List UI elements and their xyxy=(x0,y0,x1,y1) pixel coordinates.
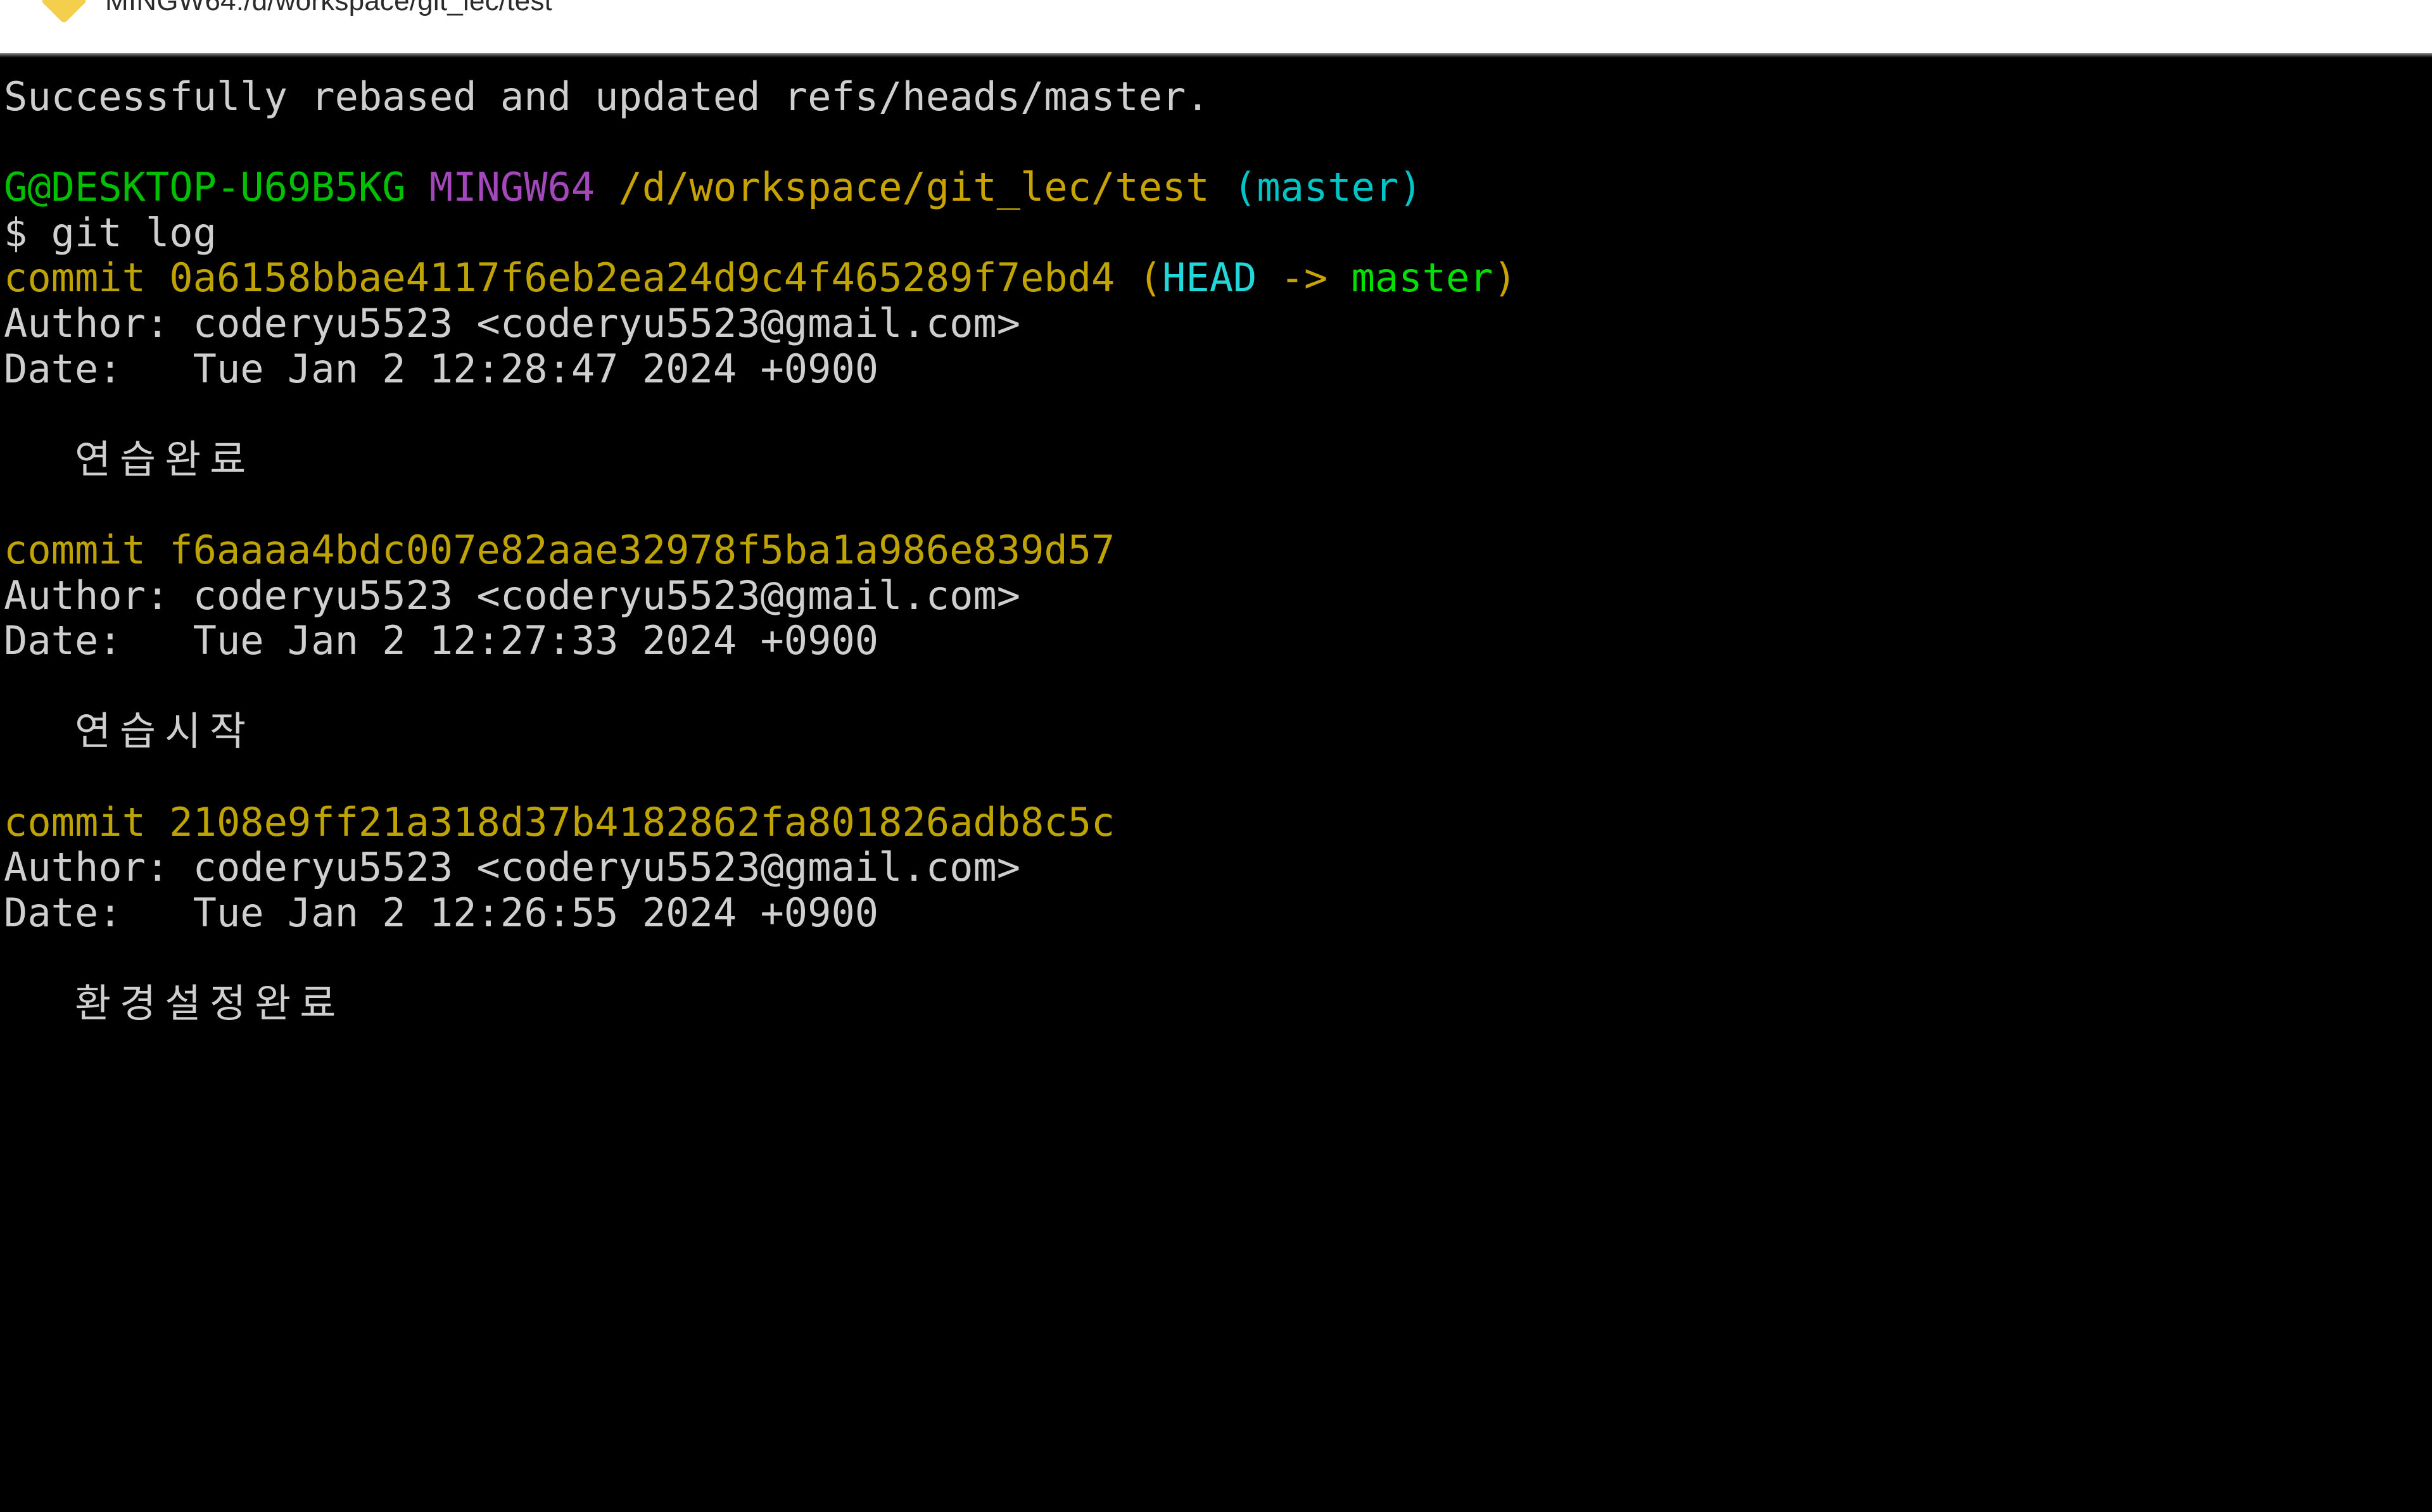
terminal-output[interactable]: Successfully rebased and updated refs/he… xyxy=(0,58,2432,1512)
author-line: Author: coderyu5523 <coderyu5523@gmail.c… xyxy=(4,572,2432,619)
ref-space xyxy=(1257,255,1280,301)
prompt-user-host: G@DESKTOP-U69B5KG xyxy=(4,164,406,211)
date-label: Date: xyxy=(4,617,122,664)
author-space xyxy=(169,300,193,346)
prompt-space-3 xyxy=(1210,164,1233,210)
commit-hash: f6aaaa4bdc007e82aae32978f5ba1a986e839d57 xyxy=(169,526,1115,573)
rebase-result-text: Successfully rebased and updated refs/he… xyxy=(4,73,1210,120)
ref-arrow-icon: -> xyxy=(1280,255,1328,301)
prompt-symbol: $ xyxy=(4,209,28,256)
date-line: Date: Tue Jan 2 12:27:33 2024 +0900 xyxy=(4,618,2432,664)
prompt-space-2 xyxy=(595,164,618,210)
command-text: git log xyxy=(51,209,217,256)
date-value: Tue Jan 2 12:27:33 2024 +0900 xyxy=(193,617,879,664)
commit-message-line: 연습완료 xyxy=(4,436,2432,482)
commit-message: 연습완료 xyxy=(75,436,255,482)
git-bash-icon xyxy=(36,0,92,26)
date-space xyxy=(122,890,193,936)
commit-label: commit xyxy=(4,526,146,573)
commit-message-line: 연습시작 xyxy=(4,709,2432,754)
commit-message: 연습시작 xyxy=(75,708,255,755)
date-label: Date: xyxy=(4,889,122,936)
commit-space xyxy=(146,255,169,301)
ref-space-2 xyxy=(1327,255,1351,301)
prompt-path: /d/workspace/git_lec/test xyxy=(618,164,1210,211)
author-line: Author: coderyu5523 <coderyu5523@gmail.c… xyxy=(4,301,2432,346)
prompt-shell: MINGW64 xyxy=(429,164,595,211)
rebase-result-line: Successfully rebased and updated refs/he… xyxy=(4,74,2432,120)
author-label: Author: xyxy=(4,299,170,346)
date-label: Date: xyxy=(4,345,122,392)
date-space xyxy=(122,617,193,664)
ref-branch: master xyxy=(1351,255,1493,301)
author-value: coderyu5523 <coderyu5523@gmail.com> xyxy=(193,572,1021,619)
titlebar-content: MINGW64:/d/workspace/git_lec/test xyxy=(0,0,552,28)
ref-head: HEAD xyxy=(1162,255,1257,301)
commit-header-line: commit f6aaaa4bdc007e82aae32978f5ba1a986… xyxy=(4,527,2432,573)
commit-hash: 0a6158bbae4117f6eb2ea24d9c4f465289f7ebd4 xyxy=(169,255,1115,301)
commit-message: 환경설정완료 xyxy=(75,980,345,1026)
commit-hash: 2108e9ff21a318d37b4182862fa801826adb8c5c xyxy=(169,798,1115,845)
commit-message-line: 환경설정완료 xyxy=(4,981,2432,1026)
author-space xyxy=(169,844,193,890)
commit-space xyxy=(146,799,169,845)
date-space xyxy=(122,346,193,392)
window-title: MINGW64:/d/workspace/git_lec/test xyxy=(105,0,552,16)
commit-space-2 xyxy=(1115,255,1138,301)
author-label: Author: xyxy=(4,844,170,891)
refs-open-paren: ( xyxy=(1138,255,1163,301)
author-value: coderyu5523 <coderyu5523@gmail.com> xyxy=(193,844,1021,891)
date-value: Tue Jan 2 12:26:55 2024 +0900 xyxy=(193,889,879,936)
commit-label: commit xyxy=(4,798,146,845)
author-space xyxy=(169,572,193,619)
prompt-branch: (master) xyxy=(1233,164,1422,211)
author-label: Author: xyxy=(4,572,170,619)
commit-header-line: commit 0a6158bbae4117f6eb2ea24d9c4f46528… xyxy=(4,255,2432,301)
author-line: Author: coderyu5523 <coderyu5523@gmail.c… xyxy=(4,845,2432,890)
prompt-line: G@DESKTOP-U69B5KG MINGW64 /d/workspace/g… xyxy=(4,165,2432,210)
date-value: Tue Jan 2 12:28:47 2024 +0900 xyxy=(193,345,879,392)
commit-header-line: commit 2108e9ff21a318d37b4182862fa801826… xyxy=(4,798,2432,845)
commit-label: commit xyxy=(4,255,146,301)
date-line: Date: Tue Jan 2 12:26:55 2024 +0900 xyxy=(4,890,2432,936)
titlebar-divider xyxy=(0,53,2432,58)
author-value: coderyu5523 <coderyu5523@gmail.com> xyxy=(193,299,1021,346)
command-space xyxy=(27,210,51,256)
date-line: Date: Tue Jan 2 12:28:47 2024 +0900 xyxy=(4,346,2432,392)
command-line: $ git log xyxy=(4,210,2432,256)
commit-space xyxy=(146,527,169,573)
window-titlebar[interactable]: MINGW64:/d/workspace/git_lec/test xyxy=(0,0,2432,53)
refs-close-paren: ) xyxy=(1493,255,1517,301)
